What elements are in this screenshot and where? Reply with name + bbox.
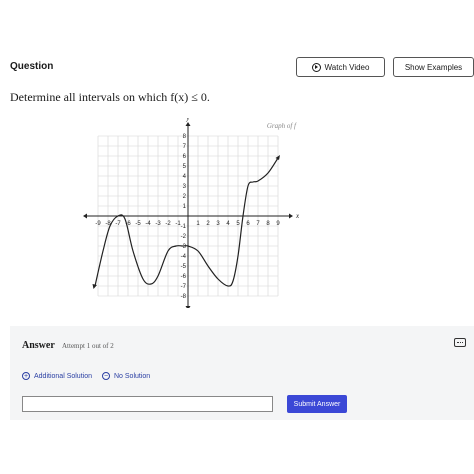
x-tick-label: -9 [95, 221, 101, 227]
y-tick-label: -5 [181, 264, 187, 270]
y-tick-label: -3 [181, 244, 187, 250]
y-tick-label: 3 [183, 184, 187, 190]
y-tick-label: -2 [181, 234, 187, 240]
keyboard-icon[interactable] [454, 338, 466, 347]
graph-label: Graph of f [267, 122, 297, 130]
x-tick-label: -2 [165, 221, 171, 227]
show-examples-label: Show Examples [404, 62, 463, 72]
answer-panel: Answer Attempt 1 out of 2 + Additional S… [10, 326, 474, 420]
no-solution-button[interactable]: − No Solution [102, 372, 150, 380]
question-title: Question [10, 61, 54, 72]
x-axis-arrow-right [289, 213, 293, 219]
y-tick-label: 2 [183, 194, 187, 200]
y-tick-label: 7 [183, 144, 187, 150]
answer-input[interactable] [22, 396, 273, 412]
function-curve [94, 157, 279, 287]
y-tick-label: -8 [181, 294, 187, 300]
x-tick-label: 9 [276, 221, 280, 227]
y-tick-label: 6 [183, 154, 187, 160]
function-graph: -9 -8 -7 -6 -5 -4 -3 -2 -1 1 2 3 4 5 6 7 8 987654321-1-2-… [83, 118, 300, 308]
additional-solution-label: Additional Solution [34, 372, 92, 380]
no-solution-label: No Solution [114, 372, 151, 380]
y-axis-arrow-up [185, 122, 191, 126]
curve-arrow-left [92, 284, 97, 289]
play-icon [311, 62, 321, 72]
submit-answer-button[interactable]: Submit Answer [287, 395, 347, 413]
x-tick-label: -5 [135, 221, 141, 227]
y-tick-label: -4 [181, 254, 187, 260]
watch-video-button[interactable]: Watch Video [296, 57, 385, 77]
y-tick-label: 4 [183, 174, 187, 180]
show-examples-button[interactable]: Show Examples [393, 57, 474, 77]
answer-label: Answer [22, 340, 55, 351]
x-tick-label: -4 [145, 221, 151, 227]
x-tick-label: -7 [115, 221, 121, 227]
y-tick-label: 8 [183, 134, 187, 140]
question-text: Determine all intervals on which f(x) ≤ … [10, 90, 210, 104]
x-axis-arrow-left [83, 213, 87, 219]
x-axis-label: x [295, 212, 300, 220]
y-tick-label: 5 [183, 164, 187, 170]
y-axis-label: y [185, 118, 190, 122]
y-tick-label: -1 [181, 224, 187, 230]
x-tick-label: -3 [155, 221, 161, 227]
y-tick-label: -6 [181, 274, 187, 280]
minus-circle-icon: − [102, 372, 110, 380]
y-tick-label: 1 [183, 204, 187, 210]
attempt-counter: Attempt 1 out of 2 [62, 342, 114, 350]
additional-solution-button[interactable]: + Additional Solution [22, 372, 92, 380]
watch-video-label: Watch Video [324, 62, 370, 72]
y-tick-label: -7 [181, 284, 187, 290]
y-axis-arrow-down [185, 306, 191, 308]
plus-circle-icon: + [22, 372, 30, 380]
